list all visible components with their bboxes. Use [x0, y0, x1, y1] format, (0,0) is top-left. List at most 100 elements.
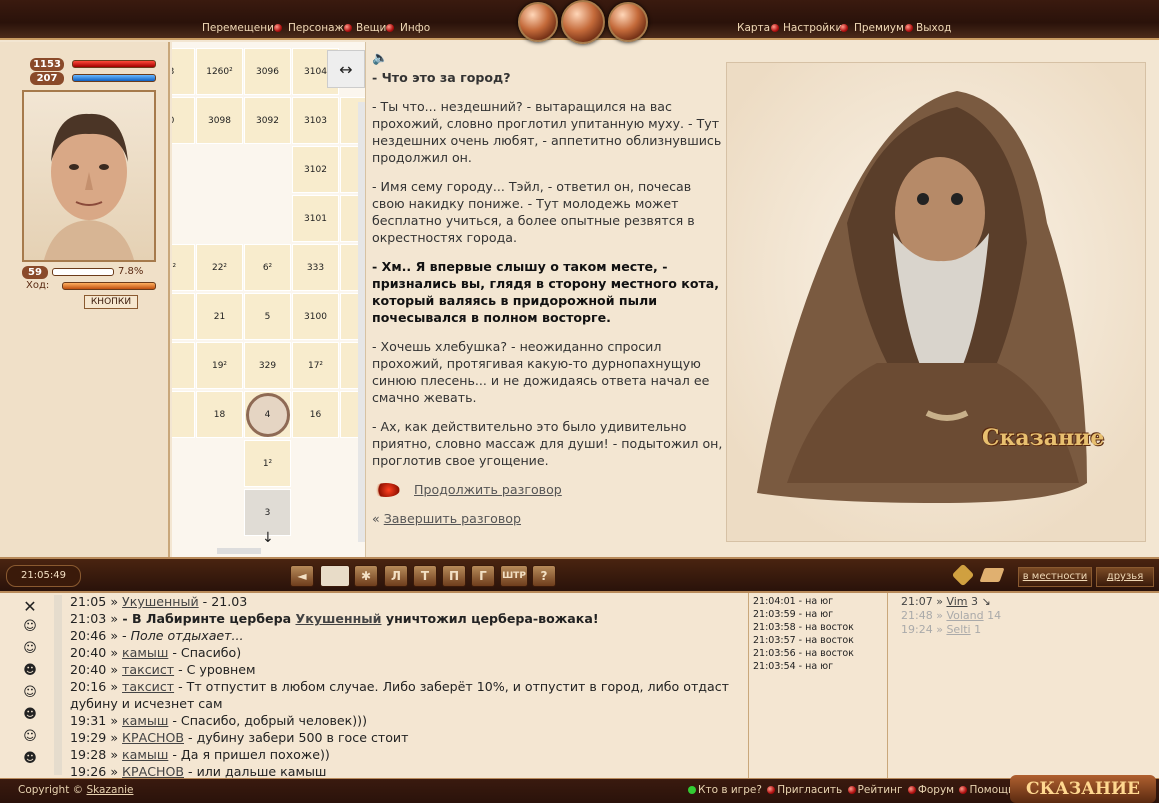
scroll-down-arrow-icon[interactable]: ↓ — [262, 530, 274, 546]
nav-settings[interactable]: Настройки — [783, 22, 842, 34]
game-logo[interactable]: СКАЗАНИЕ — [1010, 775, 1156, 803]
player-position-marker: 4 — [245, 392, 290, 437]
nav-separator — [769, 22, 781, 34]
dialog-paragraph: - Имя сему городу... Тэйл, - ответил он,… — [372, 179, 695, 245]
map-cell[interactable]: 3103 — [292, 97, 339, 144]
footer-link-rating[interactable]: Рейтинг — [858, 784, 903, 796]
map-cell[interactable] — [172, 391, 195, 438]
tab-friends[interactable]: друзья — [1096, 567, 1154, 587]
scroll-icon[interactable] — [979, 568, 1005, 582]
chat-user-link[interactable]: камыш — [122, 747, 168, 762]
map-cell[interactable]: 3096 — [244, 48, 291, 95]
chat-user-link[interactable]: Укушенный — [295, 611, 381, 626]
map-cell[interactable]: 3² — [172, 244, 195, 291]
back-button[interactable]: ◄ — [290, 565, 314, 587]
chat-user-link[interactable]: камыш — [122, 645, 168, 660]
buttons-toggle[interactable]: КНОПКИ — [84, 295, 138, 309]
nav-move[interactable]: Перемещение — [202, 22, 280, 34]
current-position-cell[interactable]: 4 — [244, 391, 291, 438]
nav-info[interactable]: Инфо — [400, 22, 430, 34]
chat-scrollbar[interactable] — [54, 595, 62, 775]
map-cell[interactable]: 0 — [172, 97, 195, 144]
chat-user-link[interactable]: камыш — [122, 713, 168, 728]
smiley-icon[interactable]: ☻ — [20, 707, 40, 723]
end-dialog-link[interactable]: Завершить разговор — [384, 511, 521, 526]
map-expand-toggle[interactable]: ↔ — [327, 50, 365, 88]
chat-filter-t-button[interactable]: Т — [413, 565, 437, 587]
map-cell[interactable]: 333 — [292, 244, 339, 291]
chat-input-toggle[interactable] — [320, 565, 350, 587]
user-link[interactable]: Voland — [946, 609, 983, 622]
footer-link-who-online[interactable]: Кто в игре? — [698, 784, 762, 796]
character-panel: 1153 207 59 7.8% Ход: КНОПКИ — [0, 42, 170, 557]
footer-separator — [907, 786, 916, 794]
footer-link-invite[interactable]: Пригласить — [777, 784, 842, 796]
map-cell[interactable]: 3102 — [292, 146, 339, 193]
chat-user-link[interactable]: КРАСНОВ — [122, 730, 184, 745]
chat-filter-l-button[interactable]: Л — [384, 565, 408, 587]
chat-user-link[interactable]: таксист — [122, 662, 174, 677]
nav-separator — [342, 22, 354, 34]
close-chat-icon[interactable]: ✕ — [20, 597, 40, 616]
help-button[interactable]: ? — [532, 565, 556, 587]
map-cell[interactable] — [172, 293, 195, 340]
server-clock: 21:05:49 — [6, 565, 81, 587]
smiley-icon[interactable]: ☻ — [20, 663, 40, 679]
chat-filter-g-button[interactable]: Г — [471, 565, 495, 587]
map-scrollbar[interactable] — [358, 102, 365, 542]
map-cell[interactable]: 3 — [244, 489, 291, 536]
map-cell[interactable]: 1² — [244, 440, 291, 487]
smiley-icon[interactable]: ☺ — [20, 641, 40, 657]
copyright-link[interactable]: Skazanie — [87, 784, 134, 796]
player-avatar[interactable] — [22, 90, 156, 262]
smiley-icon[interactable]: ☺ — [20, 685, 40, 701]
sound-icon[interactable]: 🔈 — [372, 50, 727, 67]
map-cell[interactable]: 17² — [292, 342, 339, 389]
map-horizontal-scrollbar[interactable] — [217, 548, 261, 554]
smiley-icon[interactable]: ☺ — [20, 729, 40, 745]
footer-link-help[interactable]: Помощь — [969, 784, 1014, 796]
map-cell[interactable]: 21 — [196, 293, 243, 340]
continue-dialog-link[interactable]: Продолжить разговор — [414, 481, 562, 498]
map-cell[interactable]: 3 — [172, 48, 195, 95]
tab-location-users[interactable]: в местности — [1018, 567, 1092, 587]
star-button[interactable]: ✱ — [354, 565, 378, 587]
gem-icon[interactable] — [951, 563, 975, 587]
npc-portrait: Сказание — [726, 62, 1146, 542]
nav-map[interactable]: Карта — [737, 22, 770, 34]
chat-filter-shtr-button[interactable]: ШТР — [500, 565, 528, 587]
chat-line: 20:40 » таксист - С уровнем — [70, 662, 256, 677]
map-cell[interactable]: 5 — [244, 293, 291, 340]
map-cell[interactable]: 19² — [196, 342, 243, 389]
user-link[interactable]: Vim — [946, 595, 967, 608]
map-cell[interactable]: 3092 — [244, 97, 291, 144]
chat-user-link[interactable]: таксист — [122, 679, 174, 694]
map-cell[interactable]: 22² — [196, 244, 243, 291]
nav-items[interactable]: Вещи — [356, 22, 386, 34]
map-cell[interactable]: 3101 — [292, 195, 339, 242]
map-cell[interactable] — [172, 342, 195, 389]
online-dot-icon — [688, 786, 696, 794]
map-cell[interactable]: 6² — [244, 244, 291, 291]
smiley-icon[interactable]: ☺ — [20, 619, 40, 635]
chat-messages: 21:05 » Укушенный - 21.03 21:03 » - В Ла… — [66, 593, 736, 778]
nav-separator — [384, 22, 396, 34]
footer-link-forum[interactable]: Форум — [918, 784, 954, 796]
nav-character[interactable]: Персонаж — [288, 22, 344, 34]
map-cell[interactable]: 18 — [196, 391, 243, 438]
dialog-paragraph: - Хочешь хлебушка? - неожиданно спросил … — [372, 339, 710, 405]
map-cell[interactable]: 329 — [244, 342, 291, 389]
smiley-icon[interactable]: ☻ — [20, 751, 40, 767]
map-cell[interactable]: 3100 — [292, 293, 339, 340]
map-cell[interactable]: 1260² — [196, 48, 243, 95]
chat-filter-p-button[interactable]: П — [442, 565, 466, 587]
map-cell[interactable]: 16 — [292, 391, 339, 438]
chat-user-link[interactable]: Укушенный — [122, 594, 199, 609]
npc-portrait-image — [727, 63, 1145, 541]
user-link[interactable]: Selti — [946, 623, 970, 636]
chat-line-system: 21:03 » - В Лабиринте цербера Укушенный … — [70, 611, 599, 626]
nav-exit[interactable]: Выход — [916, 22, 951, 34]
chat-user-link[interactable]: КРАСНОВ — [122, 764, 184, 778]
map-cell[interactable]: 3098 — [196, 97, 243, 144]
nav-premium[interactable]: Премиум — [854, 22, 904, 34]
